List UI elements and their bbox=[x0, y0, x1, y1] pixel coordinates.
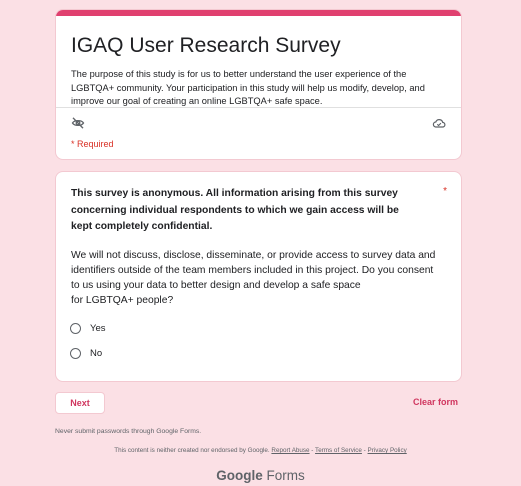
logo-google: Google bbox=[216, 468, 263, 483]
option-no[interactable]: No bbox=[70, 348, 102, 359]
legal-footer: This content is neither created nor endo… bbox=[0, 447, 521, 454]
next-button[interactable]: Next bbox=[55, 392, 105, 414]
question-title: This survey is anonymous. All informatio… bbox=[71, 188, 399, 232]
cloud-saved-icon[interactable] bbox=[432, 116, 446, 130]
question-line: to us using your data to better design a… bbox=[71, 280, 361, 291]
clear-form-button[interactable]: Clear form bbox=[413, 397, 458, 407]
google-forms-logo[interactable]: Google Forms bbox=[0, 468, 521, 483]
logo-forms: Forms bbox=[262, 468, 305, 483]
radio-button[interactable] bbox=[70, 348, 81, 359]
radio-button[interactable] bbox=[70, 323, 81, 334]
question-line: We will not discuss, disclose, dissemina… bbox=[71, 250, 436, 261]
password-warning: Never submit passwords through Google Fo… bbox=[55, 428, 202, 435]
question-line: for LGBTQA+ people? bbox=[71, 295, 174, 306]
option-yes[interactable]: Yes bbox=[70, 323, 106, 334]
divider bbox=[56, 107, 461, 108]
report-abuse-link[interactable]: Report Abuse bbox=[271, 447, 309, 454]
privacy-link[interactable]: Privacy Policy bbox=[368, 447, 407, 454]
legal-text: This content is neither created nor endo… bbox=[114, 447, 270, 454]
required-asterisk: * bbox=[443, 186, 447, 197]
form-title: IGAQ User Research Survey bbox=[71, 34, 341, 57]
form-header-card: IGAQ User Research Survey The purpose of… bbox=[55, 9, 462, 160]
form-description: The purpose of this study is for us to b… bbox=[71, 69, 425, 106]
required-note: * Required bbox=[71, 139, 114, 149]
question-description: We will not discuss, disclose, dissemina… bbox=[71, 248, 446, 308]
option-label: No bbox=[90, 348, 103, 359]
terms-link[interactable]: Terms of Service bbox=[315, 447, 362, 454]
option-label: Yes bbox=[90, 323, 106, 334]
accent-bar bbox=[56, 10, 461, 16]
question-card: This survey is anonymous. All informatio… bbox=[55, 171, 462, 382]
question-line: identifiers outside of the team members … bbox=[71, 265, 434, 276]
eye-off-icon[interactable] bbox=[71, 116, 85, 130]
